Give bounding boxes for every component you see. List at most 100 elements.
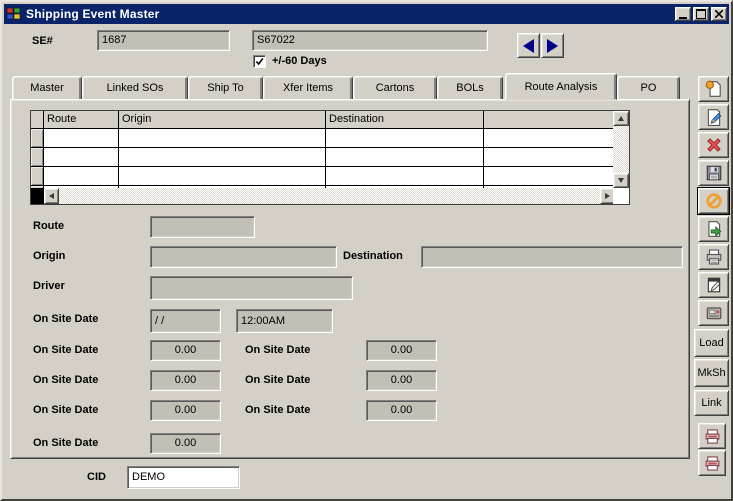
edit-record-icon (705, 108, 723, 126)
close-icon (715, 10, 723, 18)
onsite-num-label-1: On Site Date (33, 344, 98, 356)
tab-master[interactable]: Master (12, 76, 82, 100)
window-title: Shipping Event Master (26, 7, 160, 21)
destination-field[interactable] (421, 246, 683, 268)
table-row[interactable] (31, 148, 613, 167)
se-number-field[interactable]: 1687 (97, 30, 230, 51)
print-doc-2-button[interactable] (698, 450, 726, 476)
onsite-num-label-7: On Site Date (33, 437, 98, 449)
cid-combobox[interactable]: DEMO (127, 466, 240, 489)
scroll-up-button[interactable] (613, 111, 629, 126)
printer-small-icon (704, 428, 721, 445)
notes-icon (705, 276, 723, 294)
row-selector[interactable] (31, 129, 44, 147)
edit-notes-button[interactable] (698, 272, 729, 298)
maximize-button[interactable] (693, 7, 709, 21)
row-selector[interactable] (31, 167, 44, 185)
save-icon (705, 164, 723, 182)
load-button[interactable]: Load (694, 329, 729, 357)
nav-previous-button[interactable] (517, 33, 540, 58)
days-range-checkbox[interactable] (253, 55, 266, 68)
grid-horizontal-scrollbar[interactable] (31, 188, 615, 204)
tab-po[interactable]: PO (617, 76, 680, 100)
print-button[interactable] (698, 244, 729, 270)
tab-ship-to[interactable]: Ship To (188, 76, 263, 100)
grid-column-route[interactable]: Route (44, 111, 119, 128)
grid-body (31, 129, 613, 188)
scroll-down-button[interactable] (613, 173, 629, 188)
arrow-left-icon (523, 39, 534, 53)
onsite-num-field-6[interactable]: 0.00 (366, 400, 437, 421)
onsite-date-field[interactable]: / / (150, 309, 221, 333)
onsite-num-label-2: On Site Date (245, 344, 310, 356)
scroll-left-icon (49, 193, 54, 199)
new-record-icon (705, 80, 723, 98)
new-record-button[interactable] (698, 76, 729, 102)
copy-record-icon (705, 220, 723, 238)
mksh-button[interactable]: MkSh (694, 359, 729, 387)
days-range-label: +/-60 Days (272, 55, 327, 67)
onsite-num-field-1[interactable]: 0.00 (150, 340, 221, 361)
table-row[interactable] (31, 129, 613, 148)
grid-column-destination[interactable]: Destination (326, 111, 484, 128)
onsite-num-label-3: On Site Date (33, 374, 98, 386)
onsite-num-field-2[interactable]: 0.00 (366, 340, 437, 361)
scroll-left-button[interactable] (44, 188, 59, 204)
route-analysis-panel: Route Origin Destination (10, 99, 690, 459)
post-register-button[interactable] (698, 300, 729, 326)
shipping-event-master-window: Shipping Event Master SE# 1687 S67022 +/… (0, 0, 733, 501)
minimize-button[interactable] (675, 7, 691, 21)
onsite-num-label-4: On Site Date (245, 374, 310, 386)
delete-record-button[interactable] (698, 132, 729, 158)
se-number-label: SE# (32, 35, 53, 47)
grid-vertical-scrollbar[interactable] (613, 111, 629, 188)
tab-route-analysis[interactable]: Route Analysis (505, 73, 617, 100)
grid-column-blank (484, 111, 615, 128)
tab-cartons[interactable]: Cartons (353, 76, 437, 100)
cancel-edit-button[interactable] (698, 188, 729, 214)
scroll-down-icon (618, 178, 624, 183)
onsite-date-label: On Site Date (33, 313, 98, 325)
arrow-right-icon (547, 39, 558, 53)
driver-combobox[interactable] (150, 276, 353, 300)
save-record-button[interactable] (698, 160, 729, 186)
onsite-num-field-4[interactable]: 0.00 (366, 370, 437, 391)
minimize-icon (679, 17, 687, 19)
table-row[interactable] (31, 167, 613, 186)
tab-bols[interactable]: BOLs (437, 76, 503, 100)
scroll-up-icon (618, 116, 624, 121)
print-doc-1-button[interactable] (698, 423, 726, 449)
title-bar[interactable]: Shipping Event Master (4, 4, 729, 24)
onsite-num-label-6: On Site Date (245, 404, 310, 416)
origin-field[interactable] (150, 246, 337, 268)
grid-selector-header (31, 111, 44, 128)
onsite-time-field[interactable]: 12:00AM (236, 309, 333, 333)
row-selector[interactable] (31, 148, 44, 166)
scrollbar-corner (613, 188, 629, 204)
onsite-num-field-3[interactable]: 0.00 (150, 370, 221, 391)
cancel-icon (705, 192, 723, 210)
route-label: Route (33, 220, 64, 232)
route-field[interactable] (150, 216, 255, 238)
scroll-right-icon (605, 193, 610, 199)
destination-label: Destination (343, 250, 403, 262)
printer-icon (705, 248, 723, 266)
grid-column-origin[interactable]: Origin (119, 111, 326, 128)
link-button[interactable]: Link (694, 390, 729, 416)
se-code-field[interactable]: S67022 (252, 30, 488, 51)
horizontal-scroll-track[interactable] (59, 188, 600, 204)
app-icon (6, 6, 22, 22)
routes-grid: Route Origin Destination (30, 110, 630, 205)
nav-next-button[interactable] (541, 33, 564, 58)
onsite-num-field-5[interactable]: 0.00 (150, 400, 221, 421)
tab-linked-sos[interactable]: Linked SOs (82, 76, 188, 100)
onsite-num-field-7[interactable]: 0.00 (150, 433, 221, 454)
onsite-num-label-5: On Site Date (33, 404, 98, 416)
vertical-scroll-track[interactable] (613, 126, 629, 173)
copy-record-button[interactable] (698, 216, 729, 242)
tab-xfer-items[interactable]: Xfer Items (263, 76, 353, 100)
cid-label: CID (87, 471, 106, 483)
edit-record-button[interactable] (698, 104, 729, 130)
delete-icon (705, 136, 723, 154)
close-button[interactable] (711, 7, 727, 21)
